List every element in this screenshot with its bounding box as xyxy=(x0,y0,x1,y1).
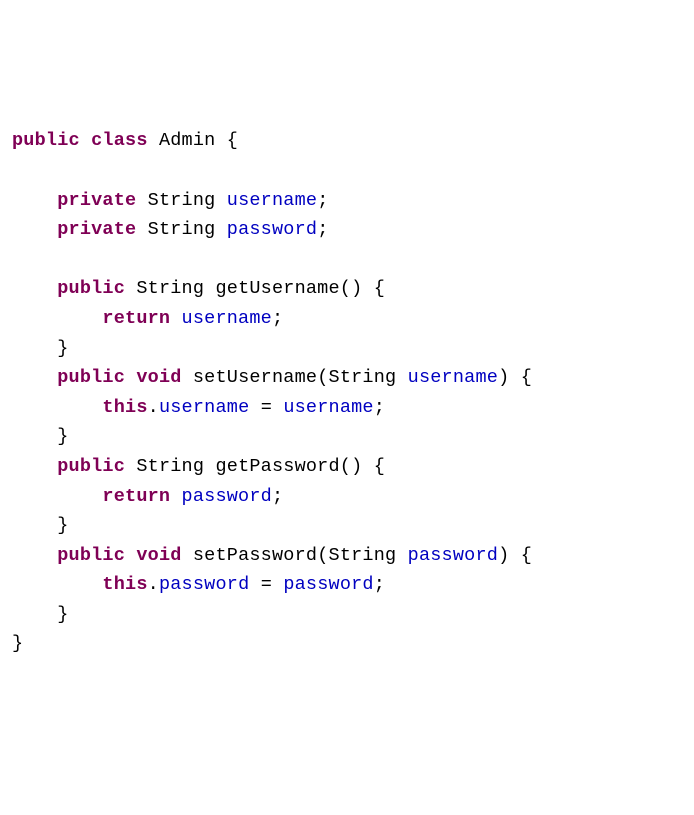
type-string: String xyxy=(136,278,204,299)
type-string: String xyxy=(148,190,216,211)
keyword-public: public xyxy=(57,278,125,299)
keyword-void: void xyxy=(136,367,181,388)
semicolon: ; xyxy=(272,308,283,329)
brace-close: } xyxy=(12,633,23,654)
keyword-private: private xyxy=(57,190,136,211)
method-setusername: setUsername xyxy=(193,367,317,388)
keyword-public: public xyxy=(57,456,125,477)
dot: . xyxy=(148,397,159,418)
param-password: password xyxy=(408,545,498,566)
keyword-return: return xyxy=(102,486,170,507)
equals: = xyxy=(261,574,272,595)
semicolon: ; xyxy=(317,190,328,211)
param-username: username xyxy=(408,367,498,388)
this-password: password xyxy=(159,574,249,595)
brace-open: { xyxy=(521,367,532,388)
keyword-this: this xyxy=(102,397,147,418)
field-password: password xyxy=(227,219,317,240)
keyword-this: this xyxy=(102,574,147,595)
assign-username: username xyxy=(283,397,373,418)
brace-close: } xyxy=(57,426,68,447)
keyword-class: class xyxy=(91,130,148,151)
keyword-void: void xyxy=(136,545,181,566)
paren-close: ) xyxy=(351,278,362,299)
paren-close: ) xyxy=(351,456,362,477)
method-getusername: getUsername xyxy=(215,278,339,299)
type-string: String xyxy=(329,367,397,388)
type-string: String xyxy=(329,545,397,566)
paren-close: ) xyxy=(498,367,509,388)
keyword-private: private xyxy=(57,219,136,240)
paren-open: ( xyxy=(340,456,351,477)
type-string: String xyxy=(136,456,204,477)
brace-open: { xyxy=(227,130,238,151)
class-name: Admin xyxy=(159,130,216,151)
ref-username: username xyxy=(182,308,272,329)
keyword-return: return xyxy=(102,308,170,329)
semicolon: ; xyxy=(374,397,385,418)
code-block: public class Admin { private String user… xyxy=(12,126,682,659)
brace-open: { xyxy=(374,278,385,299)
semicolon: ; xyxy=(317,219,328,240)
field-username: username xyxy=(227,190,317,211)
dot: . xyxy=(148,574,159,595)
equals: = xyxy=(261,397,272,418)
brace-close: } xyxy=(57,604,68,625)
method-setpassword: setPassword xyxy=(193,545,317,566)
paren-close: ) xyxy=(498,545,509,566)
semicolon: ; xyxy=(374,574,385,595)
keyword-public: public xyxy=(57,545,125,566)
assign-password: password xyxy=(283,574,373,595)
brace-close: } xyxy=(57,515,68,536)
type-string: String xyxy=(148,219,216,240)
paren-open: ( xyxy=(340,278,351,299)
paren-open: ( xyxy=(317,545,328,566)
brace-close: } xyxy=(57,338,68,359)
this-username: username xyxy=(159,397,249,418)
paren-open: ( xyxy=(317,367,328,388)
brace-open: { xyxy=(374,456,385,477)
keyword-public: public xyxy=(12,130,80,151)
semicolon: ; xyxy=(272,486,283,507)
keyword-public: public xyxy=(57,367,125,388)
method-getpassword: getPassword xyxy=(215,456,339,477)
brace-open: { xyxy=(521,545,532,566)
ref-password: password xyxy=(182,486,272,507)
